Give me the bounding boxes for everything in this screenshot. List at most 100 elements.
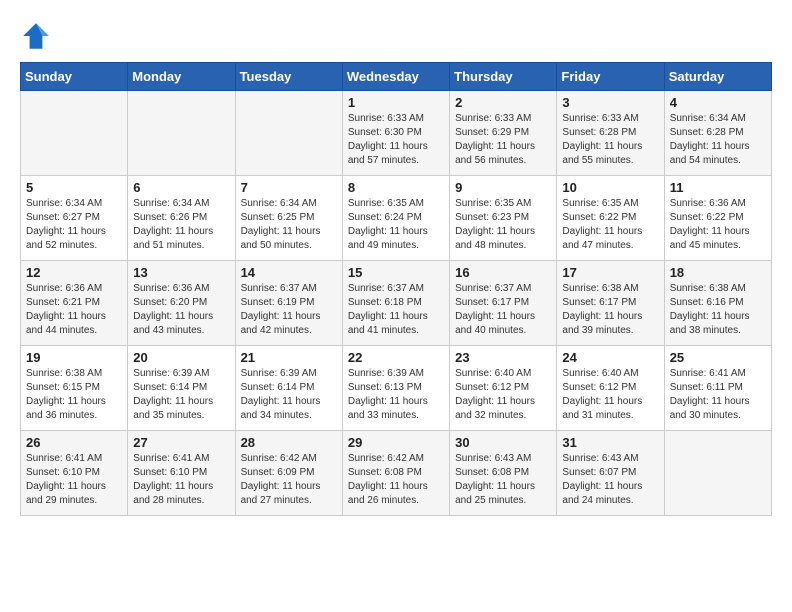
- day-info: Sunrise: 6:37 AM Sunset: 6:18 PM Dayligh…: [348, 282, 444, 338]
- calendar-header-row: SundayMondayTuesdayWednesdayThursdayFrid…: [21, 63, 772, 91]
- week-row-5: 26Sunrise: 6:41 AM Sunset: 6:10 PM Dayli…: [21, 431, 772, 516]
- day-number: 23: [455, 350, 551, 365]
- day-info: Sunrise: 6:34 AM Sunset: 6:28 PM Dayligh…: [670, 112, 766, 168]
- day-info: Sunrise: 6:37 AM Sunset: 6:19 PM Dayligh…: [241, 282, 337, 338]
- day-number: 11: [670, 180, 766, 195]
- calendar-cell: 31 Sunrise: 6:43 AM Sunset: 6:07 PM Dayli…: [557, 431, 664, 516]
- calendar-cell: [128, 91, 235, 176]
- day-number: 4: [670, 95, 766, 110]
- calendar-cell: 30 Sunrise: 6:43 AM Sunset: 6:08 PM Dayli…: [450, 431, 557, 516]
- calendar-cell: 13Sunrise: 6:36 AM Sunset: 6:20 PM Dayli…: [128, 261, 235, 346]
- calendar-cell: 3 Sunrise: 6:33 AM Sunset: 6:28 PM Daylig…: [557, 91, 664, 176]
- calendar-cell: 22 Sunrise: 6:39 AM Sunset: 6:13 PM Dayli…: [342, 346, 449, 431]
- day-info: Sunrise: 6:39 AM Sunset: 6:14 PM Dayligh…: [241, 367, 337, 423]
- calendar-cell: 28 Sunrise: 6:42 AM Sunset: 6:09 PM Dayli…: [235, 431, 342, 516]
- day-info: Sunrise: 6:39 AM Sunset: 6:14 PM Dayligh…: [133, 367, 229, 423]
- day-info: Sunrise: 6:42 AM Sunset: 6:09 PM Dayligh…: [241, 452, 337, 508]
- day-info: Sunrise: 6:41 AM Sunset: 6:11 PM Dayligh…: [670, 367, 766, 423]
- day-number: 29: [348, 435, 444, 450]
- day-info: Sunrise: 6:42 AM Sunset: 6:08 PM Dayligh…: [348, 452, 444, 508]
- day-number: 18: [670, 265, 766, 280]
- calendar-cell: 6Sunrise: 6:34 AM Sunset: 6:26 PM Daylig…: [128, 176, 235, 261]
- calendar-cell: 17 Sunrise: 6:38 AM Sunset: 6:17 PM Dayli…: [557, 261, 664, 346]
- calendar-cell: 26Sunrise: 6:41 AM Sunset: 6:10 PM Dayli…: [21, 431, 128, 516]
- day-info: Sunrise: 6:41 AM Sunset: 6:10 PM Dayligh…: [133, 452, 229, 508]
- header-saturday: Saturday: [664, 63, 771, 91]
- day-number: 28: [241, 435, 337, 450]
- day-info: Sunrise: 6:35 AM Sunset: 6:23 PM Dayligh…: [455, 197, 551, 253]
- calendar-cell: [235, 91, 342, 176]
- day-number: 30: [455, 435, 551, 450]
- day-number: 5: [26, 180, 122, 195]
- day-number: 2: [455, 95, 551, 110]
- day-info: Sunrise: 6:35 AM Sunset: 6:24 PM Dayligh…: [348, 197, 444, 253]
- day-info: Sunrise: 6:36 AM Sunset: 6:21 PM Dayligh…: [26, 282, 122, 338]
- page-header: [20, 20, 772, 52]
- day-number: 25: [670, 350, 766, 365]
- day-number: 19: [26, 350, 122, 365]
- day-number: 21: [241, 350, 337, 365]
- day-number: 14: [241, 265, 337, 280]
- day-info: Sunrise: 6:38 AM Sunset: 6:17 PM Dayligh…: [562, 282, 658, 338]
- calendar-cell: 20 Sunrise: 6:39 AM Sunset: 6:14 PM Dayli…: [128, 346, 235, 431]
- day-number: 10: [562, 180, 658, 195]
- calendar-cell: 18 Sunrise: 6:38 AM Sunset: 6:16 PM Dayli…: [664, 261, 771, 346]
- day-number: 20: [133, 350, 229, 365]
- logo-icon: [20, 20, 52, 52]
- calendar-cell: 27Sunrise: 6:41 AM Sunset: 6:10 PM Dayli…: [128, 431, 235, 516]
- day-number: 12: [26, 265, 122, 280]
- header-friday: Friday: [557, 63, 664, 91]
- week-row-4: 19 Sunrise: 6:38 AM Sunset: 6:15 PM Dayli…: [21, 346, 772, 431]
- day-info: Sunrise: 6:33 AM Sunset: 6:28 PM Dayligh…: [562, 112, 658, 168]
- calendar-cell: 10 Sunrise: 6:35 AM Sunset: 6:22 PM Dayli…: [557, 176, 664, 261]
- calendar-cell: 5Sunrise: 6:34 AM Sunset: 6:27 PM Daylig…: [21, 176, 128, 261]
- calendar-cell: 1 Sunrise: 6:33 AM Sunset: 6:30 PM Daylig…: [342, 91, 449, 176]
- calendar-cell: 8 Sunrise: 6:35 AM Sunset: 6:24 PM Daylig…: [342, 176, 449, 261]
- day-info: Sunrise: 6:35 AM Sunset: 6:22 PM Dayligh…: [562, 197, 658, 253]
- calendar-cell: 4 Sunrise: 6:34 AM Sunset: 6:28 PM Daylig…: [664, 91, 771, 176]
- day-number: 16: [455, 265, 551, 280]
- logo: [20, 20, 58, 52]
- day-number: 13: [133, 265, 229, 280]
- day-number: 7: [241, 180, 337, 195]
- header-wednesday: Wednesday: [342, 63, 449, 91]
- calendar-cell: 9 Sunrise: 6:35 AM Sunset: 6:23 PM Daylig…: [450, 176, 557, 261]
- day-info: Sunrise: 6:43 AM Sunset: 6:08 PM Dayligh…: [455, 452, 551, 508]
- day-info: Sunrise: 6:43 AM Sunset: 6:07 PM Dayligh…: [562, 452, 658, 508]
- day-info: Sunrise: 6:40 AM Sunset: 6:12 PM Dayligh…: [455, 367, 551, 423]
- calendar-cell: 23 Sunrise: 6:40 AM Sunset: 6:12 PM Dayli…: [450, 346, 557, 431]
- day-number: 22: [348, 350, 444, 365]
- calendar-cell: 24Sunrise: 6:40 AM Sunset: 6:12 PM Dayli…: [557, 346, 664, 431]
- calendar-cell: 7Sunrise: 6:34 AM Sunset: 6:25 PM Daylig…: [235, 176, 342, 261]
- day-number: 31: [562, 435, 658, 450]
- calendar-cell: [21, 91, 128, 176]
- calendar-cell: [664, 431, 771, 516]
- header-monday: Monday: [128, 63, 235, 91]
- day-number: 1: [348, 95, 444, 110]
- day-info: Sunrise: 6:38 AM Sunset: 6:15 PM Dayligh…: [26, 367, 122, 423]
- calendar-cell: 19 Sunrise: 6:38 AM Sunset: 6:15 PM Dayli…: [21, 346, 128, 431]
- calendar-cell: 2 Sunrise: 6:33 AM Sunset: 6:29 PM Daylig…: [450, 91, 557, 176]
- calendar-cell: 16 Sunrise: 6:37 AM Sunset: 6:17 PM Dayli…: [450, 261, 557, 346]
- day-number: 9: [455, 180, 551, 195]
- calendar-cell: 11 Sunrise: 6:36 AM Sunset: 6:22 PM Dayli…: [664, 176, 771, 261]
- day-number: 15: [348, 265, 444, 280]
- day-number: 8: [348, 180, 444, 195]
- day-info: Sunrise: 6:41 AM Sunset: 6:10 PM Dayligh…: [26, 452, 122, 508]
- header-sunday: Sunday: [21, 63, 128, 91]
- week-row-2: 5Sunrise: 6:34 AM Sunset: 6:27 PM Daylig…: [21, 176, 772, 261]
- day-info: Sunrise: 6:33 AM Sunset: 6:29 PM Dayligh…: [455, 112, 551, 168]
- day-info: Sunrise: 6:38 AM Sunset: 6:16 PM Dayligh…: [670, 282, 766, 338]
- calendar-cell: 15 Sunrise: 6:37 AM Sunset: 6:18 PM Dayli…: [342, 261, 449, 346]
- day-info: Sunrise: 6:40 AM Sunset: 6:12 PM Dayligh…: [562, 367, 658, 423]
- day-info: Sunrise: 6:37 AM Sunset: 6:17 PM Dayligh…: [455, 282, 551, 338]
- day-number: 3: [562, 95, 658, 110]
- day-info: Sunrise: 6:39 AM Sunset: 6:13 PM Dayligh…: [348, 367, 444, 423]
- day-info: Sunrise: 6:33 AM Sunset: 6:30 PM Dayligh…: [348, 112, 444, 168]
- calendar-cell: 14 Sunrise: 6:37 AM Sunset: 6:19 PM Dayli…: [235, 261, 342, 346]
- calendar-cell: 25 Sunrise: 6:41 AM Sunset: 6:11 PM Dayli…: [664, 346, 771, 431]
- calendar-cell: 12 Sunrise: 6:36 AM Sunset: 6:21 PM Dayli…: [21, 261, 128, 346]
- day-number: 17: [562, 265, 658, 280]
- day-info: Sunrise: 6:36 AM Sunset: 6:22 PM Dayligh…: [670, 197, 766, 253]
- calendar-cell: 21 Sunrise: 6:39 AM Sunset: 6:14 PM Dayli…: [235, 346, 342, 431]
